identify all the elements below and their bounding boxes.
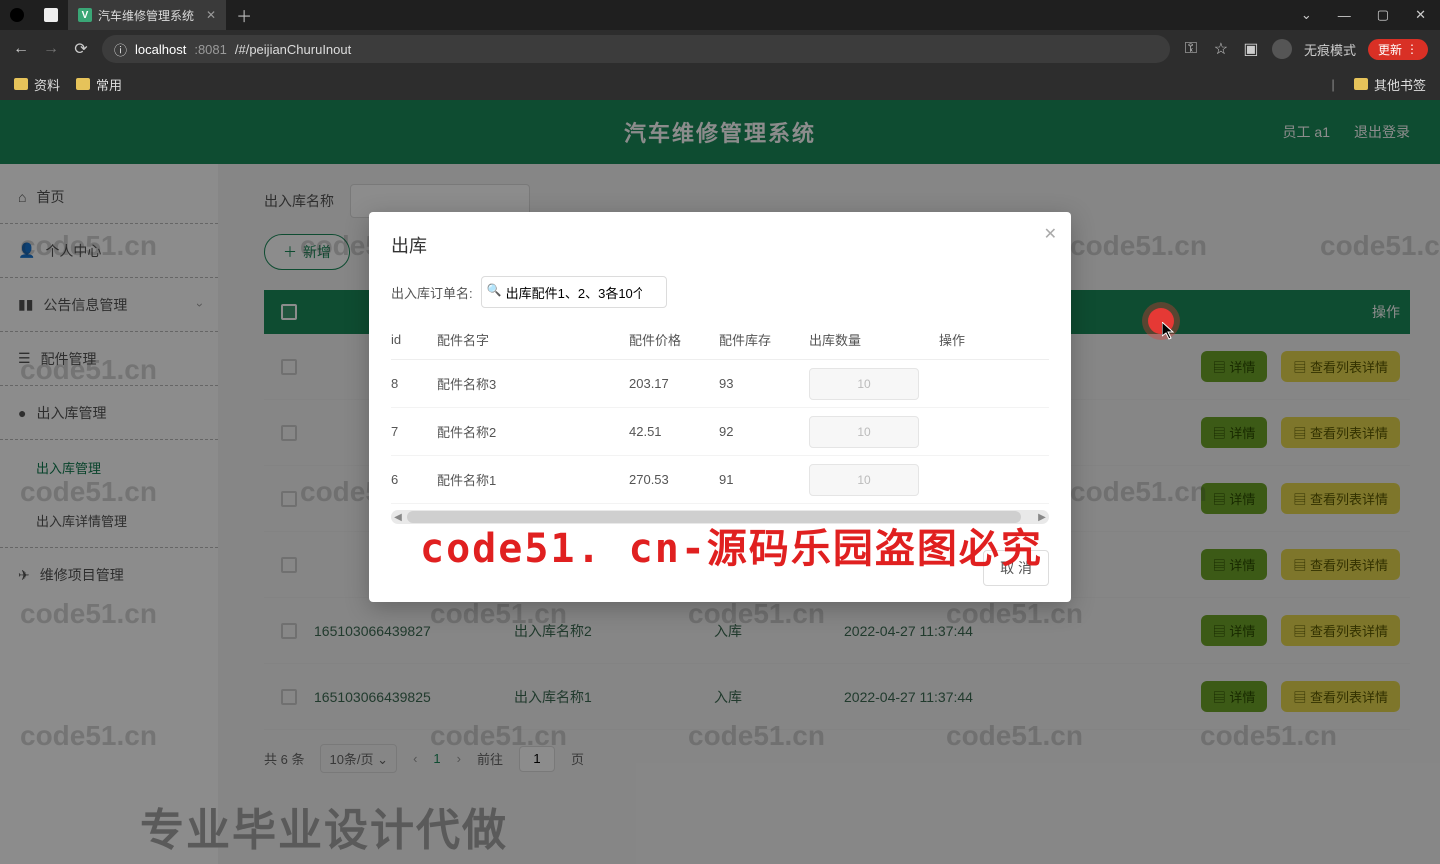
- dialog-close-button[interactable]: ✕: [1044, 224, 1057, 244]
- panel-icon[interactable]: ▣: [1242, 40, 1260, 58]
- scroll-left-icon[interactable]: ◀: [391, 512, 405, 523]
- close-window-icon[interactable]: ✕: [1415, 7, 1426, 23]
- close-icon[interactable]: ✕: [206, 8, 216, 22]
- forward-icon[interactable]: →: [42, 40, 60, 58]
- star-icon[interactable]: ☆: [1212, 40, 1230, 58]
- folder-icon: [76, 78, 90, 90]
- outbound-dialog: 出库 ✕ 出入库订单名: 🔍 id 配件名字 配件价格 配件库存 出库数量 操作: [369, 212, 1071, 602]
- modal-mask: 出库 ✕ 出入库订单名: 🔍 id 配件名字 配件价格 配件库存 出库数量 操作: [0, 100, 1440, 864]
- horizontal-scrollbar[interactable]: ◀ ▶: [391, 510, 1049, 524]
- incognito-icon: [1272, 39, 1292, 59]
- chevron-down-icon[interactable]: ⌄: [1301, 7, 1312, 23]
- url-input[interactable]: ⓘ localhost :8081 /#/peijianChuruInout: [102, 35, 1170, 63]
- other-bookmarks[interactable]: | 其他书签: [1331, 75, 1426, 94]
- window-controls: ⌄ — ▢ ✕: [1287, 0, 1440, 30]
- update-button[interactable]: 更新⋮: [1368, 39, 1428, 60]
- tab-bar: V 汽车维修管理系统 ✕ ＋ ⌄ — ▢ ✕: [0, 0, 1440, 30]
- tab-item-0[interactable]: [0, 0, 34, 30]
- bookmark-folder-1[interactable]: 常用: [76, 75, 122, 94]
- browser-chrome: V 汽车维修管理系统 ✕ ＋ ⌄ — ▢ ✕ ← → ⟳ ⓘ localhost…: [0, 0, 1440, 100]
- scroll-right-icon[interactable]: ▶: [1035, 512, 1049, 523]
- cancel-button[interactable]: 取 消: [983, 550, 1049, 586]
- order-name-label: 出入库订单名:: [391, 283, 473, 302]
- dialog-title: 出库: [391, 232, 1049, 258]
- tab-item-1[interactable]: [34, 0, 68, 30]
- new-tab-button[interactable]: ＋: [226, 0, 262, 30]
- url-host: localhost: [135, 42, 186, 57]
- dialog-table: id 配件名字 配件价格 配件库存 出库数量 操作 8配件名称3203.1793…: [391, 320, 1049, 524]
- folder-icon: [14, 78, 28, 90]
- order-name-input[interactable]: [481, 276, 667, 308]
- address-bar: ← → ⟳ ⓘ localhost :8081 /#/peijianChuruIno…: [0, 30, 1440, 68]
- incognito-label: 无痕模式: [1304, 40, 1356, 59]
- dialog-table-row: 7配件名称242.5192: [391, 408, 1049, 456]
- url-path: /#/peijianChuruInout: [235, 42, 351, 57]
- dialog-table-row: 8配件名称3203.1793: [391, 360, 1049, 408]
- qty-input[interactable]: [809, 416, 919, 448]
- bookmark-bar: 资料 常用 | 其他书签: [0, 68, 1440, 100]
- maximize-icon[interactable]: ▢: [1377, 7, 1389, 23]
- bookmark-folder-0[interactable]: 资料: [14, 75, 60, 94]
- scroll-thumb[interactable]: [407, 511, 1021, 523]
- dialog-table-header: id 配件名字 配件价格 配件库存 出库数量 操作: [391, 320, 1049, 360]
- tab-item-2[interactable]: V 汽车维修管理系统 ✕: [68, 0, 226, 30]
- qty-input[interactable]: [809, 368, 919, 400]
- url-port: :8081: [194, 42, 227, 57]
- key-icon[interactable]: ⚿: [1182, 40, 1200, 58]
- info-icon: ⓘ: [114, 40, 127, 59]
- app-root: 汽车维修管理系统 员工 a1 退出登录 ⌂首页 👤个人中心 ▮▮公告信息管理› …: [0, 100, 1440, 864]
- cursor-icon: [1162, 322, 1176, 340]
- vue-icon: V: [78, 8, 92, 22]
- tab-label: 汽车维修管理系统: [98, 7, 194, 24]
- back-icon[interactable]: ←: [12, 40, 30, 58]
- minimize-icon[interactable]: —: [1338, 8, 1351, 23]
- search-icon: 🔍: [487, 283, 502, 297]
- qty-input[interactable]: [809, 464, 919, 496]
- click-highlight: [1148, 308, 1174, 334]
- folder-icon: [1354, 78, 1368, 90]
- dialog-table-row: 6配件名称1270.5391: [391, 456, 1049, 504]
- reload-icon[interactable]: ⟳: [72, 40, 90, 58]
